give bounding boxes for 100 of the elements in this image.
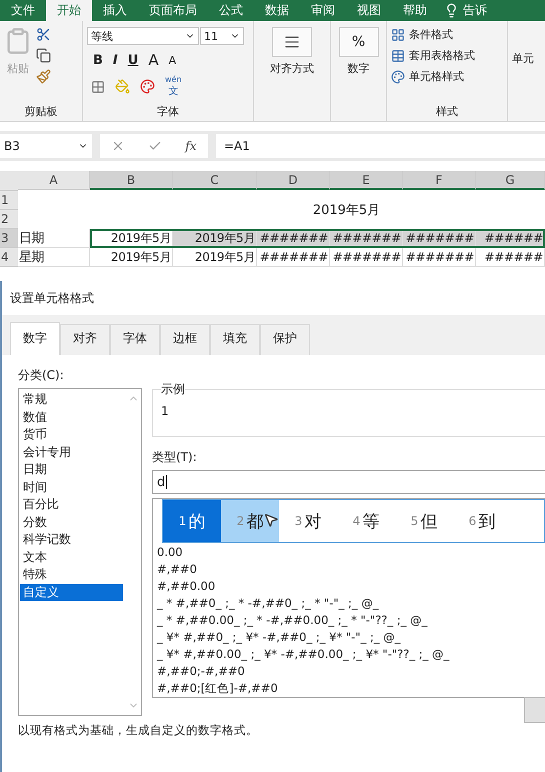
insert-function-button[interactable]: fx xyxy=(185,139,197,153)
column-header[interactable]: E xyxy=(330,171,403,190)
paintbrush-icon[interactable] xyxy=(36,69,51,84)
column-header[interactable]: B xyxy=(90,171,173,190)
dialog-tab[interactable]: 数字 xyxy=(10,322,60,355)
dialog-tab[interactable]: 字体 xyxy=(110,324,160,355)
phonetic-button[interactable]: 文 xyxy=(168,84,178,98)
format-item[interactable]: #,##0 xyxy=(157,560,545,578)
ribbon-tab[interactable]: 数据 xyxy=(254,0,300,21)
column-header[interactable]: C xyxy=(173,171,257,190)
ribbon-tab[interactable]: 公式 xyxy=(208,0,254,21)
group-label: 字体 xyxy=(156,104,180,120)
underline-button[interactable]: U xyxy=(128,52,138,68)
ribbon-tab[interactable]: 页面布局 xyxy=(138,0,208,21)
dialog-tab[interactable]: 边框 xyxy=(160,324,210,355)
tell-me-field[interactable]: 告诉 xyxy=(463,0,487,21)
align-icon xyxy=(284,34,300,50)
format-item[interactable]: #,##0;[红色]-#,##0 xyxy=(157,680,545,697)
fill-color-icon[interactable] xyxy=(115,79,130,94)
style-icon[interactable] xyxy=(391,28,405,42)
category-item[interactable]: 文本 xyxy=(20,548,123,566)
dialog-tab[interactable]: 保护 xyxy=(260,324,310,355)
ribbon-tab[interactable]: 文件 xyxy=(0,0,46,21)
table-cell: ####### xyxy=(257,248,330,267)
number-format-button[interactable]: % xyxy=(338,27,378,57)
group-label: 样式 xyxy=(435,104,459,120)
row-header[interactable]: 2 xyxy=(0,210,18,229)
ribbon-tab[interactable]: 开始 xyxy=(46,0,92,21)
ribbon-tab[interactable]: 审阅 xyxy=(300,0,346,21)
font-color-icon[interactable] xyxy=(140,79,155,94)
ribbon-tab[interactable]: 视图 xyxy=(346,0,392,21)
shrink-font-button[interactable]: A xyxy=(168,54,176,66)
format-item[interactable]: _ ¥* #,##0_ ;_ ¥* -#,##0_ ;_ ¥* "-"_ ;_ @_ xyxy=(157,628,545,646)
format-item[interactable]: _ * #,##0.00_ ;_ * -#,##0.00_ ;_ * "-"??_ ;_ @_ xyxy=(157,611,545,629)
category-item[interactable]: 会计专用 xyxy=(20,444,123,461)
number-label[interactable]: 数字 xyxy=(348,61,370,76)
category-label: 分类(C): xyxy=(18,367,65,384)
column-header[interactable]: D xyxy=(257,171,330,190)
format-item[interactable]: _ ¥* #,##0.00_ ;_ ¥* -#,##0.00_ ;_ ¥* "-"??_ ;_ @_ xyxy=(157,646,545,663)
category-list[interactable]: 常规 数值 货币 会计专用 日期 时间 百分比 分数 科学记数 文本 特殊 自定义 xyxy=(18,388,142,716)
lightbulb-icon[interactable] xyxy=(444,3,459,18)
category-item[interactable]: 时间 xyxy=(20,478,123,496)
category-item[interactable]: 自定义 xyxy=(20,584,123,601)
border-icon[interactable] xyxy=(91,80,105,94)
category-item[interactable]: 特殊 xyxy=(20,566,123,584)
table-cell: ###### xyxy=(476,248,545,267)
style-menu-button[interactable]: 条件格式 xyxy=(409,27,453,42)
format-item[interactable]: _ * #,##0_ ;_ * -#,##0_ ;_ * "-"_ ;_ @_ xyxy=(157,594,545,612)
sample-label: 示例 xyxy=(161,381,185,398)
dialog-title: 设置单元格格式 xyxy=(10,290,94,306)
mouse-cursor-icon xyxy=(263,512,279,528)
dialog-tab[interactable]: 填充 xyxy=(210,324,260,355)
row-header[interactable]: 3 xyxy=(0,229,18,248)
type-field[interactable]: d xyxy=(152,470,545,494)
format-item[interactable]: #,##0.00 xyxy=(157,577,545,594)
phonetic-button[interactable]: wén xyxy=(165,75,182,84)
column-header[interactable]: G xyxy=(476,171,545,190)
category-item[interactable]: 分数 xyxy=(20,514,123,531)
formula-field[interactable]: =A1 xyxy=(216,134,545,158)
row-header[interactable]: 4 xyxy=(0,248,18,267)
style-menu-button[interactable]: 套用表格格式 xyxy=(409,48,475,63)
category-item[interactable]: 常规 xyxy=(20,391,123,408)
ribbon-tab[interactable]: 插入 xyxy=(92,0,138,21)
bold-button[interactable]: B xyxy=(93,52,103,68)
name-box[interactable]: B3 xyxy=(0,134,92,158)
table-cell: 日期 xyxy=(18,229,90,248)
grow-font-button[interactable]: A xyxy=(148,51,159,69)
cells-label[interactable]: 单元 xyxy=(512,51,544,66)
table-cell: ####### xyxy=(330,248,403,267)
ime-candidate[interactable]: 1 的 xyxy=(163,500,221,542)
font-name-field[interactable]: 等线 xyxy=(87,27,199,45)
table-cell: 星期 xyxy=(18,248,90,267)
type-label: 类型(T): xyxy=(152,449,198,466)
copy-icon[interactable] xyxy=(36,48,51,63)
ribbon-tab[interactable]: 帮助 xyxy=(392,0,438,21)
font-size-field[interactable]: 11 xyxy=(200,27,244,45)
category-item[interactable]: 科学记数 xyxy=(20,531,123,548)
category-item[interactable]: 百分比 xyxy=(20,496,123,514)
style-menu-button[interactable]: 单元格样式 xyxy=(409,69,464,84)
column-header[interactable]: F xyxy=(403,171,476,190)
category-item[interactable]: 货币 xyxy=(20,426,123,444)
column-header[interactable]: A xyxy=(18,171,90,190)
scissors-icon[interactable] xyxy=(36,27,51,42)
description-text: 以现有格式为基础，生成自定义的数字格式。 xyxy=(18,723,258,738)
format-item[interactable]: 0.00 xyxy=(157,543,545,560)
alignment-button[interactable] xyxy=(272,27,312,57)
category-item[interactable]: 日期 xyxy=(20,461,123,478)
format-item[interactable]: #,##0;-#,##0 xyxy=(157,662,545,680)
ime-candidate[interactable]: 2 都 xyxy=(221,500,279,542)
alignment-label[interactable]: 对齐方式 xyxy=(270,61,314,76)
style-icon[interactable] xyxy=(391,48,405,62)
sample-value: 1 xyxy=(161,404,169,418)
italic-button[interactable]: I xyxy=(112,52,118,68)
table-cell: ####### xyxy=(403,248,476,267)
row-header[interactable]: 1 xyxy=(0,191,18,210)
category-item[interactable]: 数值 xyxy=(20,408,123,426)
style-icon[interactable] xyxy=(391,70,405,84)
table-cell: 2019年5月 xyxy=(90,248,173,267)
table-cell: 2019年5月 xyxy=(173,248,257,267)
dialog-tab[interactable]: 对齐 xyxy=(60,324,110,355)
